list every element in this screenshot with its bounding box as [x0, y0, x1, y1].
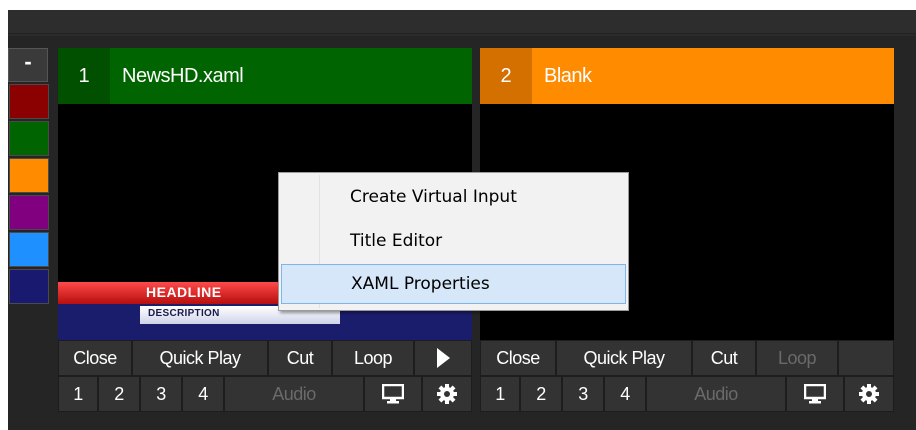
- color-strip: -: [8, 48, 50, 336]
- play-icon: [437, 348, 450, 368]
- input-1-overlay-2-button[interactable]: 2: [98, 376, 140, 412]
- input-2-settings-button[interactable]: [844, 376, 894, 412]
- input-1-audio-button[interactable]: Audio: [224, 376, 364, 412]
- input-2-close-button[interactable]: Close: [480, 340, 556, 376]
- input-1-transport-row: Close Quick Play Cut Loop: [58, 340, 472, 376]
- menu-item-create-virtual-input[interactable]: Create Virtual Input: [281, 177, 626, 217]
- input-1-cut-button[interactable]: Cut: [268, 340, 332, 376]
- input-2-overlay-3-button[interactable]: 3: [562, 376, 604, 412]
- input-2-overlay-1-button[interactable]: 1: [480, 376, 520, 412]
- input-2-loop-button[interactable]: Loop: [756, 340, 838, 376]
- input-1-settings-button[interactable]: [422, 376, 472, 412]
- monitor-icon: [382, 384, 404, 404]
- color-swatch-red[interactable]: [9, 84, 49, 119]
- input-1-overlay-row: 1 2 3 4 Audio: [58, 376, 472, 412]
- monitor-icon: [804, 384, 826, 404]
- input-1-quick-play-button[interactable]: Quick Play: [132, 340, 268, 376]
- input-1-loop-button[interactable]: Loop: [332, 340, 414, 376]
- input-2-title: Blank: [544, 64, 592, 87]
- lower-third-headline: HEADLINE: [146, 284, 222, 300]
- input-2-audio-button[interactable]: Audio: [646, 376, 786, 412]
- input-1-title: NewsHD.xaml: [122, 64, 244, 87]
- gear-icon: [859, 384, 879, 404]
- input-1-play-button[interactable]: [414, 340, 472, 376]
- input-1-close-button[interactable]: Close: [58, 340, 132, 376]
- color-swatch-blue[interactable]: [9, 232, 49, 267]
- input-2-spare-button: [838, 340, 894, 376]
- collapse-button[interactable]: -: [8, 48, 48, 82]
- color-swatch-orange[interactable]: [9, 158, 49, 193]
- gear-icon: [437, 384, 457, 404]
- input-1-overlay-1-button[interactable]: 1: [58, 376, 98, 412]
- input-2-overlay-row: 1 2 3 4 Audio: [480, 376, 894, 412]
- lower-third-description: DESCRIPTION: [148, 308, 220, 319]
- input-2-overlay-2-button[interactable]: 2: [520, 376, 562, 412]
- color-swatch-purple[interactable]: [9, 195, 49, 230]
- color-swatch-navy[interactable]: [9, 269, 49, 304]
- input-2-header[interactable]: 2 Blank: [480, 48, 894, 104]
- context-menu: Create Virtual Input Title Editor XAML P…: [278, 172, 629, 311]
- input-1-number: 1: [58, 48, 110, 104]
- color-swatch-green[interactable]: [9, 121, 49, 156]
- menu-item-title-editor[interactable]: Title Editor: [281, 221, 626, 261]
- input-1-header[interactable]: 1 NewsHD.xaml: [58, 48, 472, 104]
- input-2-monitor-button[interactable]: [786, 376, 844, 412]
- top-toolbar-strip: [8, 10, 916, 34]
- input-1-monitor-button[interactable]: [364, 376, 422, 412]
- input-1-overlay-3-button[interactable]: 3: [140, 376, 182, 412]
- input-1-overlay-4-button[interactable]: 4: [182, 376, 224, 412]
- input-2-overlay-4-button[interactable]: 4: [604, 376, 646, 412]
- input-2-cut-button[interactable]: Cut: [692, 340, 756, 376]
- menu-item-xaml-properties[interactable]: XAML Properties: [281, 264, 626, 304]
- input-2-number: 2: [480, 48, 532, 104]
- input-2-transport-row: Close Quick Play Cut Loop: [480, 340, 894, 376]
- input-2-quick-play-button[interactable]: Quick Play: [556, 340, 692, 376]
